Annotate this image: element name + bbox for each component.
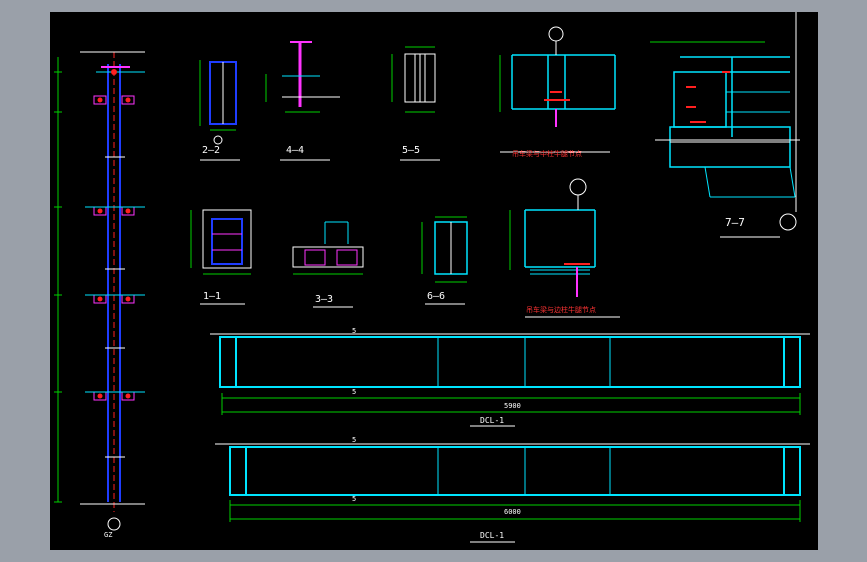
beam-top-dim-label: 5900 <box>504 402 521 410</box>
section-4-4 <box>265 41 340 161</box>
beam-top-mark-bottom: 5 <box>352 388 357 396</box>
detail-edge-column <box>509 178 620 318</box>
section-5-5 <box>391 46 440 161</box>
beam-dcl1-bottom <box>215 443 810 543</box>
beam-bottom-mark-bottom: 5 <box>352 495 357 503</box>
section-1-1-label: 1—1 <box>203 291 222 302</box>
beam-bottom-dim-label: 6000 <box>504 508 521 516</box>
section-7-7-label: 7—7 <box>725 216 745 229</box>
detail-middle-column <box>499 26 616 153</box>
section-6-6-label: 6—6 <box>427 291 446 302</box>
beam-dcl1-top <box>210 333 810 427</box>
beam-bottom-mark-top: 5 <box>352 436 357 444</box>
section-3-3-label: 3—3 <box>315 294 334 305</box>
section-1-1 <box>190 209 252 305</box>
beam-bottom-title: DCL-1 <box>480 531 505 540</box>
column-tag-label: GZ <box>104 531 113 539</box>
detail-edge-column-label: 吊车梁与边柱牛腿节点 <box>526 306 596 314</box>
beam-top-mark-top: 5 <box>352 327 357 335</box>
cad-drawing-canvas[interactable] <box>50 12 818 550</box>
column-elevation <box>54 51 145 531</box>
section-7-7 <box>650 12 800 238</box>
section-5-5-label: 5—5 <box>402 145 421 156</box>
beam-top-title: DCL-1 <box>480 416 505 425</box>
cad-viewport[interactable]: 2—2 4—4 5—5 吊车梁与中柱牛腿节点 1—1 3—3 6—6 吊车梁与边… <box>50 12 818 550</box>
detail-middle-column-label: 吊车梁与中柱牛腿节点 <box>512 150 582 158</box>
section-4-4-label: 4—4 <box>286 145 305 156</box>
section-2-2-label: 2—2 <box>202 145 221 156</box>
